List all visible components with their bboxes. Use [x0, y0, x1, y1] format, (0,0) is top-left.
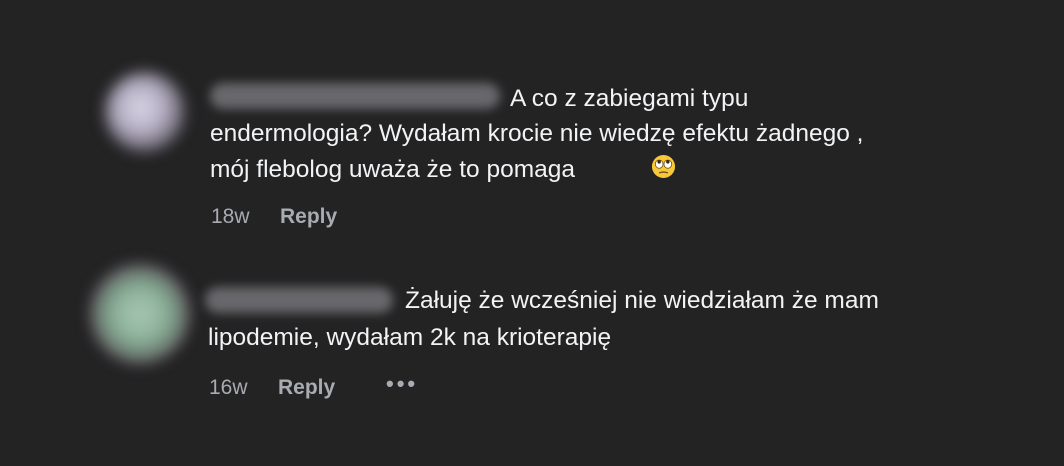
comment-line: Żałuję że wcześniej nie wiedziałam że ma…	[405, 287, 879, 314]
commenter-name-redacted[interactable]	[205, 287, 393, 313]
comment-timestamp: 18w	[211, 205, 250, 228]
comment-thread: A co z zabiegami typu endermologia? Wyda…	[0, 0, 1064, 466]
comment-line: mój flebolog uważa że to pomaga	[210, 156, 575, 183]
comment-line: endermologia? Wydałam krocie nie wiedzę …	[210, 120, 864, 147]
avatar[interactable]	[105, 72, 185, 152]
rolling-eyes-emoji-icon	[651, 154, 676, 179]
more-options-icon[interactable]: •••	[386, 371, 418, 397]
reply-button[interactable]: Reply	[280, 205, 337, 229]
comment-body: Żałuję że wcześniej nie wiedziałam że ma…	[0, 0, 879, 351]
comment-line: A co z zabiegami typu	[510, 85, 749, 112]
comment-timestamp: 16w	[209, 376, 248, 399]
avatar[interactable]	[90, 264, 190, 364]
reply-button[interactable]: Reply	[278, 376, 335, 400]
comment-line: lipodemie, wydałam 2k na krioterapię	[208, 324, 612, 351]
commenter-name-redacted[interactable]	[210, 83, 500, 109]
